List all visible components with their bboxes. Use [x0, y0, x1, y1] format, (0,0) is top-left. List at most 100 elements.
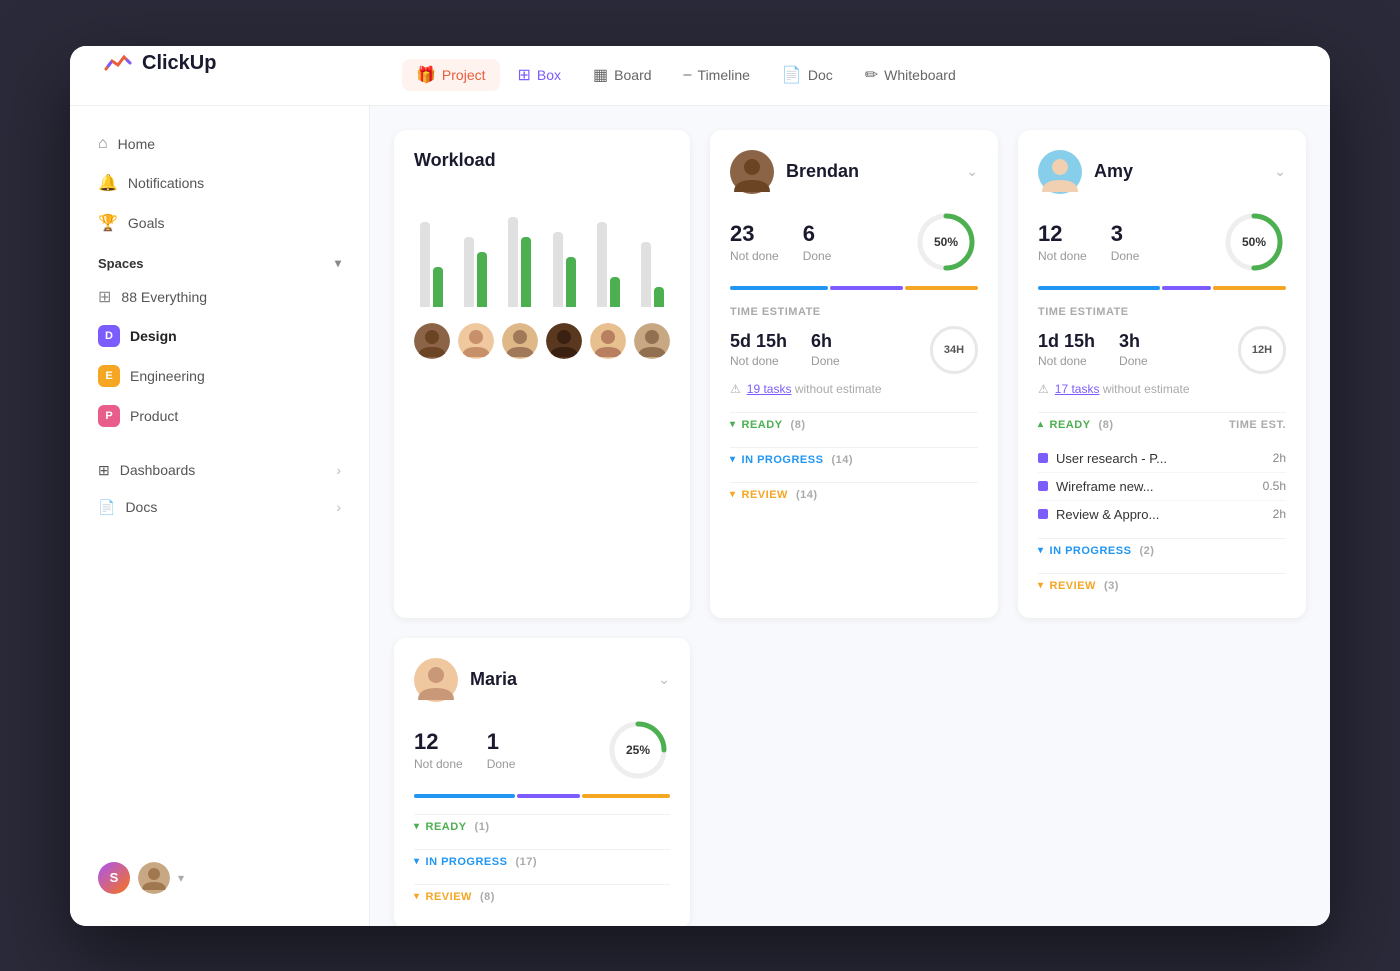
- maria-not-done: 12 Not done: [414, 729, 463, 771]
- amy-not-done-time-value: 1d 15h: [1038, 331, 1095, 352]
- workload-avatar-2: [458, 323, 494, 359]
- maria-not-done-label: Not done: [414, 757, 463, 771]
- amy-inprogress-chevron: ▾: [1038, 545, 1044, 556]
- brendan-review-label: REVIEW: [742, 489, 788, 501]
- task-item-3: Review & Appro... 2h: [1038, 500, 1286, 528]
- maria-ready-header[interactable]: ▾ READY (1): [414, 814, 670, 839]
- sidebar-item-goals[interactable]: 🏆 Goals: [86, 204, 353, 242]
- sidebar-item-engineering[interactable]: E Engineering: [86, 357, 353, 395]
- maria-review-count: (8): [480, 891, 495, 903]
- warning-icon: ⚠: [730, 382, 741, 396]
- sidebar-item-docs[interactable]: 📄 Docs ›: [86, 490, 353, 525]
- amy-avatar: [1038, 150, 1082, 194]
- workload-avatar-1: [414, 323, 450, 359]
- board-icon: ▦: [593, 65, 608, 85]
- tab-timeline[interactable]: ⎯ Timeline: [670, 60, 764, 90]
- brendan-ready-header[interactable]: ▾ READY (8): [730, 412, 978, 437]
- home-icon: ⌂: [98, 135, 108, 153]
- header: ClickUp 🎁 Project ⊞ Box ▦ Board ⎯ Timeli…: [70, 46, 1330, 106]
- brendan-warning-link[interactable]: 19 tasks: [747, 382, 792, 396]
- main-layout: ⌂ Home 🔔 Notifications 🏆 Goals Spaces ▾ …: [70, 106, 1330, 926]
- notifications-icon: 🔔: [98, 173, 118, 193]
- maria-review-label: REVIEW: [426, 891, 472, 903]
- maria-review-header[interactable]: ▾ REVIEW (8): [414, 884, 670, 909]
- tab-board[interactable]: ▦ Board: [579, 59, 665, 91]
- brendan-ready-label: READY: [742, 419, 783, 431]
- amy-warning-text: 17 tasks without estimate: [1055, 382, 1190, 396]
- amy-inprogress-header[interactable]: ▾ IN PROGRESS (2): [1038, 538, 1286, 563]
- spaces-chevron: ▾: [335, 256, 341, 270]
- brendan-time-stats: 23 Not done 6 Done: [730, 221, 831, 263]
- sidebar-bottom-nav: ⊞ Dashboards › 📄 Docs ›: [86, 453, 353, 527]
- brendan-time-values: 5d 15h Not done 6h Done: [730, 331, 840, 368]
- amy-review-header[interactable]: ▾ REVIEW (3): [1038, 573, 1286, 598]
- amy-pct-label: 50%: [1242, 235, 1266, 249]
- bar-container-1: [420, 207, 443, 307]
- bar-group-4: [547, 207, 581, 307]
- app-window: ClickUp 🎁 Project ⊞ Box ▦ Board ⎯ Timeli…: [70, 46, 1330, 926]
- maria-done: 1 Done: [487, 729, 516, 771]
- sidebar-item-notifications[interactable]: 🔔 Notifications: [86, 164, 353, 202]
- sidebar-item-product[interactable]: P Product: [86, 397, 353, 435]
- tab-box[interactable]: ⊞ Box: [504, 59, 576, 91]
- amy-ready-header[interactable]: ▴ READY (8) TIME EST.: [1038, 412, 1286, 437]
- amy-inprogress-count: (2): [1139, 545, 1154, 557]
- maria-inprogress-header[interactable]: ▾ IN PROGRESS (17): [414, 849, 670, 874]
- task-name-1: User research - P...: [1056, 451, 1265, 466]
- amy-bar-yellow: [1213, 286, 1286, 290]
- tab-whiteboard[interactable]: ✏ Whiteboard: [851, 59, 970, 91]
- whiteboard-icon: ✏: [865, 65, 878, 85]
- amy-card: Amy ⌄ 12 Not done 3 Done: [1018, 130, 1306, 618]
- task-dot-3: [1038, 509, 1048, 519]
- amy-warning-link[interactable]: 17 tasks: [1055, 382, 1100, 396]
- brendan-not-done: 23 Not done: [730, 221, 779, 263]
- tab-board-label: Board: [614, 67, 651, 83]
- spaces-section-header[interactable]: Spaces ▾: [86, 244, 353, 279]
- bar-gray-4: [553, 232, 563, 307]
- brendan-stats-row: 23 Not done 6 Done: [730, 210, 978, 274]
- sidebar-item-home[interactable]: ⌂ Home: [86, 126, 353, 162]
- brendan-chevron[interactable]: ⌄: [966, 163, 978, 180]
- task-name-3: Review & Appro...: [1056, 507, 1265, 522]
- maria-bar-yellow: [582, 794, 670, 798]
- sidebar-item-everything[interactable]: ⊞ 88 Everything: [86, 279, 353, 315]
- amy-warning-icon: ⚠: [1038, 382, 1049, 396]
- amy-not-done-value: 12: [1038, 221, 1087, 247]
- brendan-pct-label: 50%: [934, 235, 958, 249]
- amy-chevron[interactable]: ⌄: [1274, 163, 1286, 180]
- workload-card: Workload: [394, 130, 690, 618]
- brendan-review-header[interactable]: ▾ REVIEW (14): [730, 482, 978, 507]
- bar-group-1: [414, 207, 448, 307]
- brendan-not-done-value: 23: [730, 221, 779, 247]
- brendan-done-value: 6: [803, 221, 832, 247]
- sidebar-notifications-label: Notifications: [128, 175, 204, 191]
- amy-status-ready: ▴ READY (8) TIME EST. User research - P.…: [1038, 412, 1286, 528]
- brendan-inprogress-header[interactable]: ▾ IN PROGRESS (14): [730, 447, 978, 472]
- sidebar-item-design[interactable]: D Design: [86, 317, 353, 355]
- brendan-person-header: Brendan: [730, 150, 859, 194]
- project-icon: 🎁: [416, 65, 436, 85]
- amy-time-stats: 12 Not done 3 Done: [1038, 221, 1139, 263]
- brendan-done-time-label: Done: [811, 354, 840, 368]
- user-avatar-s: S: [98, 862, 130, 894]
- bar-group-6: [636, 207, 670, 307]
- product-label: Product: [130, 408, 178, 424]
- workload-avatar-6: [634, 323, 670, 359]
- amy-card-header: Amy ⌄: [1038, 150, 1286, 194]
- amy-color-bar: [1038, 286, 1286, 290]
- amy-review-chevron: ▾: [1038, 580, 1044, 591]
- sidebar-item-dashboards[interactable]: ⊞ Dashboards ›: [86, 453, 353, 488]
- task-item-2: Wireframe new... 0.5h: [1038, 472, 1286, 500]
- workload-avatar-3: [502, 323, 538, 359]
- docs-chevron: ›: [336, 499, 341, 515]
- brendan-time-badge: 34H: [930, 326, 978, 374]
- brendan-not-done-time-value: 5d 15h: [730, 331, 787, 352]
- bar-green-4: [566, 257, 576, 307]
- amy-done-time-label: Done: [1119, 354, 1148, 368]
- user-dropdown-icon[interactable]: ▾: [178, 871, 184, 885]
- maria-inprogress-label: IN PROGRESS: [426, 856, 508, 868]
- bar-green-5: [610, 277, 620, 307]
- tab-doc[interactable]: 📄 Doc: [768, 59, 847, 91]
- maria-chevron[interactable]: ⌄: [658, 671, 670, 688]
- tab-project[interactable]: 🎁 Project: [402, 59, 500, 91]
